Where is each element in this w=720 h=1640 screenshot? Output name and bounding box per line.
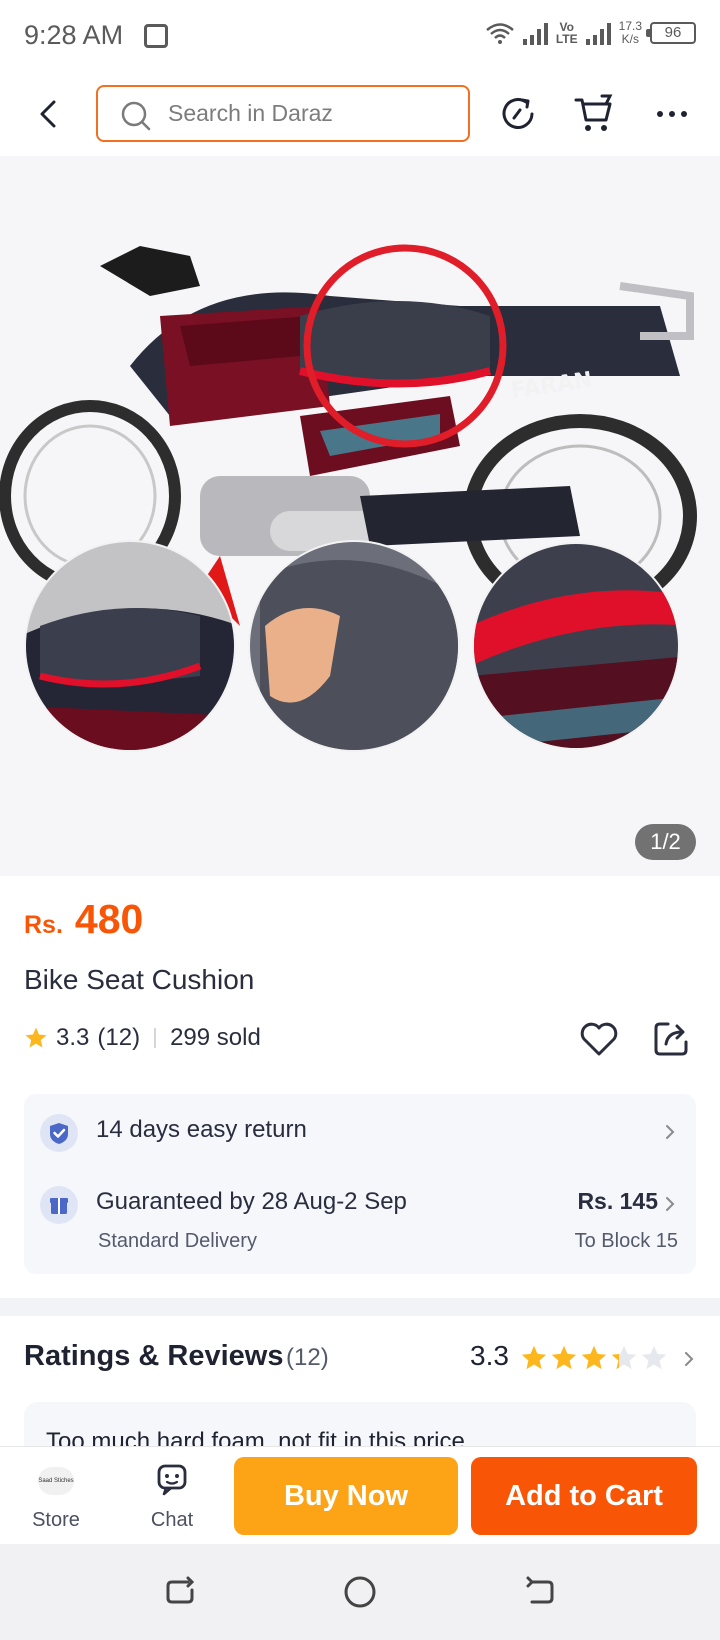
system-navigation-bar: [0, 1544, 720, 1640]
section-divider: [0, 1298, 720, 1316]
home-icon[interactable]: [342, 1574, 378, 1610]
delivery-guarantee-text: Guaranteed by 28 Aug-2 Sep: [96, 1188, 407, 1215]
rating-count: (12): [97, 1024, 141, 1051]
price-value: 480: [74, 896, 144, 942]
search-icon: [121, 101, 151, 131]
chat-icon: [157, 1464, 187, 1496]
rating-star-icon: [551, 1345, 577, 1370]
top-nav: [0, 72, 720, 156]
product-image-gallery[interactable]: FARAN 1/2: [0, 156, 720, 876]
rating-star-icon: [581, 1345, 607, 1370]
delivery-fee: Rs. 145: [577, 1188, 658, 1214]
star-icon: [25, 1027, 47, 1048]
delivery-type: Standard Delivery: [98, 1230, 257, 1252]
rating-star-icon: [611, 1345, 637, 1370]
reviews-title: Ratings & Reviews: [24, 1340, 284, 1372]
chat-button[interactable]: Chat: [132, 1455, 212, 1539]
search-bar[interactable]: [96, 85, 470, 142]
sold-count: 299 sold: [170, 1024, 261, 1051]
image-page-indicator: 1/2: [635, 824, 696, 860]
price-currency: Rs.: [24, 911, 63, 939]
notification-app-icon: [144, 24, 168, 48]
rating-summary[interactable]: 3.3 (12) 299 sold: [24, 1024, 261, 1052]
service-info-card: 14 days easy return Guaranteed by 28 Aug…: [24, 1094, 696, 1274]
store-logo: Saad Stiches: [38, 1467, 74, 1495]
product-title: Bike Seat Cushion: [24, 964, 255, 995]
recent-apps-icon[interactable]: [162, 1574, 198, 1610]
back-icon[interactable]: [522, 1574, 558, 1610]
delivery-location: To Block 15: [574, 1230, 678, 1252]
reviews-score: 3.3: [470, 1340, 509, 1371]
add-to-cart-button[interactable]: Add to Cart: [471, 1457, 697, 1535]
store-label: Store: [32, 1509, 80, 1531]
signal-strength-icon: [522, 21, 548, 45]
reviews-star-rating: [520, 1344, 668, 1372]
cart-icon[interactable]: [572, 92, 616, 136]
chevron-right-icon: [685, 1352, 694, 1366]
search-input[interactable]: [168, 87, 458, 140]
buy-now-button[interactable]: Buy Now: [234, 1457, 458, 1535]
battery-icon: 96: [646, 22, 696, 44]
chevron-right-icon: [666, 1197, 675, 1211]
share-icon[interactable]: [652, 1018, 692, 1058]
network-speed: 17.3 K/s: [618, 19, 642, 46]
reviews-count: (12): [286, 1344, 329, 1371]
return-policy-text: 14 days easy return: [96, 1116, 307, 1143]
signal-strength-icon-2: [585, 21, 611, 45]
volte-indicator: Vo LTE: [555, 20, 578, 46]
chevron-right-icon: [666, 1125, 675, 1139]
bottom-action-bar: Saad Stiches Store Chat Buy Now Add to C…: [0, 1446, 720, 1544]
status-indicators: Vo LTE 17.3 K/s 96: [485, 20, 696, 46]
back-arrow-icon[interactable]: [30, 94, 70, 134]
price: Rs. 480: [24, 896, 143, 943]
return-shield-icon: [40, 1114, 78, 1152]
chat-label: Chat: [150, 1509, 194, 1531]
recent-icon[interactable]: [496, 92, 540, 136]
delivery-gift-icon: [40, 1186, 78, 1224]
rating-value: 3.3: [56, 1024, 90, 1051]
wishlist-heart-icon[interactable]: [578, 1018, 620, 1060]
divider: [154, 1028, 157, 1048]
rating-star-icon: [521, 1345, 547, 1370]
wifi-icon: [486, 23, 514, 44]
product-image: FARAN: [0, 244, 697, 752]
more-icon[interactable]: [650, 92, 694, 136]
store-button[interactable]: Saad Stiches Store: [16, 1455, 96, 1539]
status-bar: 9:28 AM Vo LTE 17.3 K/s 96: [0, 0, 720, 72]
status-time: 9:28 AM: [24, 20, 124, 50]
rating-star-icon: [641, 1345, 667, 1370]
